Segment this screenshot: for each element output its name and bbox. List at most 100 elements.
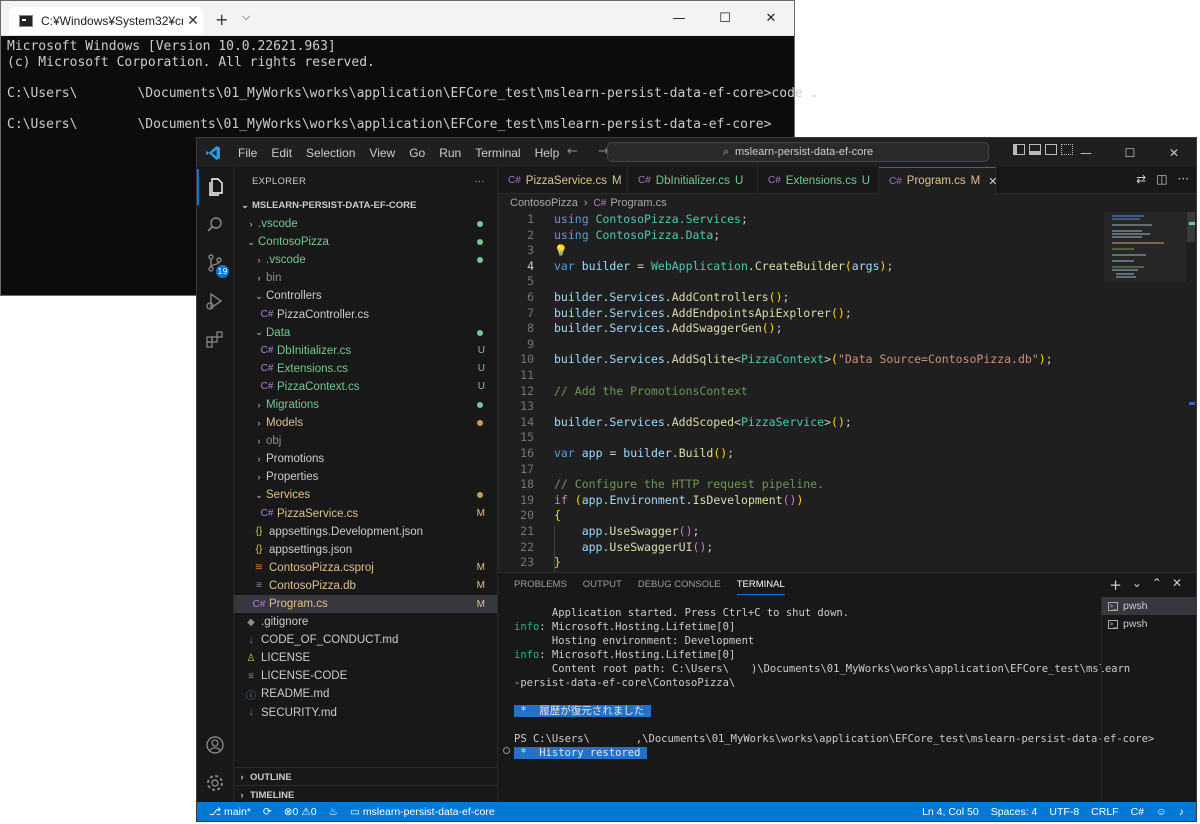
tree-item-pizzacontroller[interactable]: C# PizzaController.cs bbox=[234, 305, 497, 323]
tree-item-license[interactable]: ♙ LICENSE bbox=[234, 649, 497, 667]
close-icon[interactable]: ✕ bbox=[988, 175, 997, 188]
cmd-output[interactable]: Microsoft Windows [Version 10.0.22621.96… bbox=[7, 39, 818, 132]
workspace-root[interactable]: ⌄ MSLEARN-PERSIST-DATA-EF-CORE bbox=[234, 195, 497, 215]
tree-item-pizzacontext[interactable]: C# PizzaContext.cs U bbox=[234, 378, 497, 396]
extensions-icon[interactable] bbox=[197, 321, 233, 357]
code-editor[interactable]: 1 using ContosoPizza.Services; 2 using Con… bbox=[498, 212, 1196, 572]
sync-icon[interactable]: ⟳ bbox=[257, 806, 278, 818]
terminal-dropdown-button[interactable]: ⌄ bbox=[1132, 576, 1142, 594]
new-tab-button[interactable]: + bbox=[215, 10, 228, 29]
tab-dropdown-button[interactable]: ⌵ bbox=[242, 10, 250, 24]
tree-item-controllers[interactable]: ⌄ Controllers bbox=[234, 287, 497, 305]
close-button[interactable]: ✕ bbox=[748, 1, 794, 35]
tree-item-extensions[interactable]: C# Extensions.cs U bbox=[234, 360, 497, 378]
menu-edit[interactable]: Edit bbox=[264, 146, 299, 160]
tab-dbinitializer[interactable]: C# DbInitializer.cs U bbox=[628, 167, 758, 194]
run-debug-icon[interactable] bbox=[197, 283, 233, 319]
maximize-panel-button[interactable]: ⌃ bbox=[1152, 576, 1162, 594]
tree-item-appsettings[interactable]: {} appsettings.json bbox=[234, 541, 497, 559]
open-changes-icon[interactable]: ⇄ bbox=[1136, 172, 1146, 186]
minimap[interactable] bbox=[1104, 212, 1186, 572]
menu-view[interactable]: View bbox=[362, 146, 402, 160]
tree-item-security[interactable]: ↓ SECURITY.md bbox=[234, 704, 497, 722]
chevron-down-icon: ⌄ bbox=[241, 199, 249, 210]
flame-icon[interactable]: ♨ bbox=[323, 806, 344, 818]
minimize-button[interactable]: — bbox=[1064, 138, 1108, 167]
tab-extensions[interactable]: C# Extensions.cs U bbox=[758, 167, 879, 194]
maximize-button[interactable]: ☐ bbox=[1108, 138, 1152, 167]
menu-file[interactable]: File bbox=[231, 146, 264, 160]
close-icon[interactable]: ✕ bbox=[183, 13, 203, 29]
tree-item-dbinitializer[interactable]: C# DbInitializer.cs U bbox=[234, 342, 497, 360]
feedback-icon[interactable]: ☺ bbox=[1150, 806, 1173, 818]
command-center-search[interactable]: ⌕ mslearn-persist-data-ef-core bbox=[607, 142, 989, 162]
tree-item-label: PizzaService.cs bbox=[277, 507, 359, 520]
tree-item-appsettings-dev[interactable]: {} appsettings.Development.json bbox=[234, 523, 497, 541]
toggle-panel-icon[interactable] bbox=[1029, 144, 1041, 155]
search-icon[interactable] bbox=[197, 207, 233, 243]
cursor-position[interactable]: Ln 4, Col 50 bbox=[916, 806, 985, 818]
tree-item-promotions[interactable]: › Promotions bbox=[234, 450, 497, 468]
minimize-button[interactable]: — bbox=[656, 1, 702, 35]
settings-gear-icon[interactable] bbox=[197, 765, 233, 801]
account-icon[interactable] bbox=[197, 727, 233, 763]
terminal-item[interactable]: >_ pwsh bbox=[1102, 615, 1196, 633]
outline-section[interactable]: › OUTLINE bbox=[234, 767, 497, 786]
more-actions-icon[interactable]: ··· bbox=[1178, 172, 1189, 186]
editor-scrollbar[interactable] bbox=[1185, 212, 1195, 572]
tree-item-readme[interactable]: ⓘ README.md bbox=[234, 685, 497, 703]
tree-item-services[interactable]: ⌄ Services bbox=[234, 486, 497, 504]
new-terminal-button[interactable]: + bbox=[1109, 576, 1122, 594]
eol-status[interactable]: CRLF bbox=[1085, 806, 1124, 818]
tree-item-bin[interactable]: › bin bbox=[234, 269, 497, 287]
indentation-status[interactable]: Spaces: 4 bbox=[985, 806, 1044, 818]
source-control-icon[interactable]: 19 bbox=[197, 245, 233, 281]
tab-output[interactable]: OUTPUT bbox=[583, 579, 622, 595]
project-status[interactable]: ▭ mslearn-persist-data-ef-core bbox=[344, 806, 501, 818]
lightbulb-icon[interactable]: 💡 bbox=[554, 244, 568, 257]
terminal-item[interactable]: >_ pwsh bbox=[1102, 597, 1196, 615]
problems-status[interactable]: ⊗0 ⚠0 bbox=[278, 806, 323, 818]
breadcrumb-folder[interactable]: ContosoPizza bbox=[510, 197, 578, 209]
tree-item-code-of-conduct[interactable]: ↓ CODE_OF_CONDUCT.md bbox=[234, 631, 497, 649]
tab-program[interactable]: C# Program.cs M ✕ bbox=[879, 167, 997, 194]
menu-selection[interactable]: Selection bbox=[299, 146, 362, 160]
tab-debug-console[interactable]: DEBUG CONSOLE bbox=[638, 579, 721, 595]
tree-item-vscode[interactable]: › .vscode bbox=[234, 215, 497, 233]
tree-item-data[interactable]: ⌄ Data bbox=[234, 324, 497, 342]
tree-item-license-code[interactable]: ≡ LICENSE-CODE bbox=[234, 667, 497, 685]
tree-item-contosopizza[interactable]: ⌄ ContosoPizza bbox=[234, 233, 497, 251]
toggle-secondary-sidebar-icon[interactable] bbox=[1045, 144, 1057, 155]
tree-item-vscode-inner[interactable]: › .vscode bbox=[234, 251, 497, 269]
tree-item-gitignore[interactable]: ◆ .gitignore bbox=[234, 613, 497, 631]
menu-help[interactable]: Help bbox=[528, 146, 567, 160]
encoding-status[interactable]: UTF-8 bbox=[1043, 806, 1085, 818]
close-button[interactable]: ✕ bbox=[1152, 138, 1196, 167]
branch-status[interactable]: ⎇ main* bbox=[203, 806, 257, 818]
tree-item-db[interactable]: ≡ ContosoPizza.db M bbox=[234, 577, 497, 595]
tab-terminal[interactable]: TERMINAL bbox=[736, 579, 785, 595]
cmd-tab[interactable]: C:¥Windows¥System32¥cmd.e ✕ bbox=[9, 7, 203, 35]
split-editor-icon[interactable]: ◫ bbox=[1156, 172, 1167, 186]
toggle-sidebar-icon[interactable] bbox=[1013, 144, 1025, 155]
notifications-bell-icon[interactable]: ♪ bbox=[1173, 806, 1190, 818]
tab-problems[interactable]: PROBLEMS bbox=[514, 579, 567, 595]
menu-run[interactable]: Run bbox=[432, 146, 468, 160]
terminal-output[interactable]: Application started. Press Ctrl+C to shu… bbox=[514, 606, 1154, 760]
tree-item-csproj[interactable]: ≋ ContosoPizza.csproj M bbox=[234, 559, 497, 577]
tree-item-obj[interactable]: › obj bbox=[234, 432, 497, 450]
more-actions-icon[interactable]: ··· bbox=[475, 176, 485, 187]
tree-item-models[interactable]: › Models bbox=[234, 414, 497, 432]
tree-item-properties[interactable]: › Properties bbox=[234, 468, 497, 486]
tab-pizzaservice[interactable]: C# PizzaService.cs M bbox=[498, 167, 628, 194]
maximize-button[interactable]: ☐ bbox=[702, 1, 748, 35]
menu-terminal[interactable]: Terminal bbox=[468, 146, 527, 160]
tree-item-program[interactable]: C# Program.cs M bbox=[234, 594, 497, 614]
language-status[interactable]: C# bbox=[1125, 806, 1150, 818]
explorer-icon[interactable] bbox=[197, 169, 233, 205]
close-panel-button[interactable]: ✕ bbox=[1172, 576, 1182, 594]
tree-item-pizzaservice[interactable]: C# PizzaService.cs M bbox=[234, 505, 497, 523]
tree-item-migrations[interactable]: › Migrations bbox=[234, 396, 497, 414]
breadcrumb-file[interactable]: Program.cs bbox=[610, 197, 666, 209]
menu-go[interactable]: Go bbox=[402, 146, 432, 160]
